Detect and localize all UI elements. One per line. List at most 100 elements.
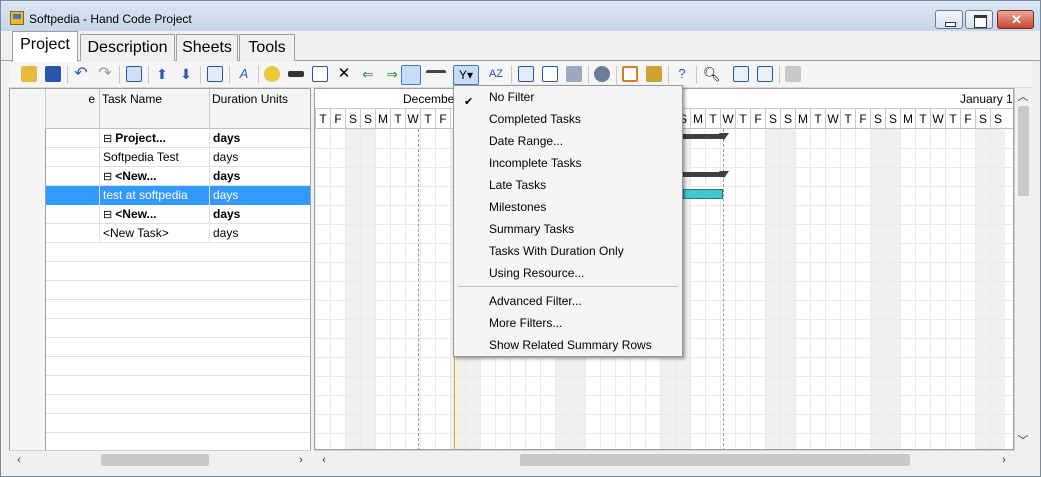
cell-duration-units[interactable]: days	[210, 129, 310, 148]
filter-menu-item[interactable]: Milestones	[456, 196, 682, 218]
cell-duration-units[interactable]: days	[210, 205, 310, 224]
empty-row[interactable]	[10, 376, 310, 395]
cell-duration-units[interactable]: days	[210, 186, 310, 205]
scroll-thumb[interactable]	[520, 454, 910, 466]
close-button[interactable]: ✕	[997, 10, 1034, 29]
zoom-in-icon[interactable]	[733, 66, 749, 82]
print-icon[interactable]	[785, 66, 801, 82]
cell-duration-units[interactable]: days	[210, 224, 310, 243]
open-icon[interactable]	[21, 66, 37, 82]
columns-icon[interactable]	[126, 66, 142, 82]
move-up-icon[interactable]: ⬆	[154, 66, 170, 82]
cell-empty[interactable]	[46, 148, 100, 167]
cell-empty[interactable]	[46, 186, 100, 205]
save-icon[interactable]	[45, 66, 61, 82]
task-bar-test-at-softpedia[interactable]	[683, 189, 723, 199]
filter-menu-item[interactable]: Late Tasks	[456, 174, 682, 196]
grid-horizontal-scrollbar[interactable]: ‹ ›	[9, 450, 311, 468]
tab-tools[interactable]: Tools	[239, 34, 295, 61]
scroll-up-icon[interactable]: ︿	[1015, 89, 1031, 105]
report-icon[interactable]	[542, 66, 558, 82]
zoom-fit-icon[interactable]	[622, 66, 638, 82]
tab-description[interactable]: Description	[80, 34, 175, 61]
table-row[interactable]: 4⊟ <New...days	[10, 205, 310, 224]
calendar-icon[interactable]	[312, 66, 328, 82]
column-header-e[interactable]: e	[46, 89, 100, 129]
filter-menu-item[interactable]: Completed Tasks	[456, 108, 682, 130]
cell-task-name[interactable]: ⊟ Project...	[100, 129, 210, 148]
filter-menu-item[interactable]: More Filters...	[456, 312, 682, 334]
table-row[interactable]: 5<New Task>days	[10, 224, 310, 243]
sort-icon[interactable]: AZ	[485, 66, 507, 82]
minimize-button[interactable]	[935, 10, 963, 29]
gantt-horizontal-scrollbar[interactable]: ‹ ›	[314, 450, 1014, 468]
empty-row[interactable]	[10, 395, 310, 414]
table-row[interactable]: 3test at softpediadays	[10, 186, 310, 205]
empty-row[interactable]	[10, 300, 310, 319]
filter-menu-item[interactable]: Summary Tasks	[456, 218, 682, 240]
scroll-thumb[interactable]	[1018, 106, 1029, 196]
cell-duration-units[interactable]: days	[210, 167, 310, 186]
scroll-right-icon[interactable]: ›	[996, 452, 1012, 468]
filter-menu-item[interactable]: Tasks With Duration Only	[456, 240, 682, 262]
view-icon[interactable]	[518, 66, 534, 82]
maximize-button[interactable]	[965, 10, 993, 29]
empty-row[interactable]	[10, 338, 310, 357]
undo-icon[interactable]: ↶	[73, 66, 89, 82]
split-task-icon[interactable]	[401, 65, 421, 85]
cell-task-name[interactable]: ⊟ <New...	[100, 205, 210, 224]
filter-menu-item[interactable]: Advanced Filter...	[456, 290, 682, 312]
empty-row[interactable]	[10, 414, 310, 433]
scroll-left-icon[interactable]: ‹	[316, 452, 332, 468]
cell-empty[interactable]	[46, 205, 100, 224]
column-header-task-name[interactable]: Task Name	[100, 89, 210, 129]
vertical-scrollbar[interactable]: ︿ ﹀	[1014, 88, 1032, 450]
scroll-left-icon[interactable]: ‹	[11, 452, 27, 468]
tab-sheets[interactable]: Sheets	[176, 34, 238, 61]
zoom-icon[interactable]: 🔍︎	[703, 66, 725, 82]
filter-icon[interactable]: Y▾	[453, 65, 479, 85]
redo-icon[interactable]: ↷	[97, 66, 113, 82]
delete-icon[interactable]: ✕	[336, 66, 352, 82]
help-icon[interactable]: ?	[674, 66, 690, 82]
collapse-icon[interactable]: ⊟	[103, 133, 115, 145]
highlight-icon[interactable]	[646, 66, 662, 82]
empty-row[interactable]	[10, 357, 310, 376]
cell-task-name[interactable]: Softpedia Test	[100, 148, 210, 167]
tab-project[interactable]: Project	[12, 31, 78, 62]
empty-row[interactable]	[10, 262, 310, 281]
scroll-down-icon[interactable]: ﹀	[1015, 433, 1031, 449]
filter-menu-item[interactable]: Incomplete Tasks	[456, 152, 682, 174]
cell-empty[interactable]	[46, 167, 100, 186]
cell-task-name[interactable]: ⊟ <New...	[100, 167, 210, 186]
outdent-icon[interactable]: ⇐	[360, 66, 376, 82]
link-icon[interactable]	[288, 71, 304, 77]
column-header-duration-units[interactable]: Duration Units	[210, 89, 310, 129]
cell-empty[interactable]	[46, 129, 100, 148]
table-row[interactable]: 1Softpedia Testdays	[10, 148, 310, 167]
cell-duration-units[interactable]: days	[210, 148, 310, 167]
filter-menu-item[interactable]: Using Resource...	[456, 262, 682, 284]
scroll-right-icon[interactable]: ›	[293, 452, 309, 468]
empty-row[interactable]	[10, 243, 310, 262]
task-info-icon[interactable]	[207, 66, 223, 82]
font-icon[interactable]: A	[236, 66, 252, 82]
cell-task-name[interactable]: test at softpedia	[100, 186, 210, 205]
scroll-thumb[interactable]	[101, 454, 209, 466]
zoom-out-icon[interactable]	[757, 66, 773, 82]
indent-icon[interactable]: ⇒	[384, 66, 400, 82]
cell-empty[interactable]	[46, 224, 100, 243]
empty-row[interactable]	[10, 319, 310, 338]
move-down-icon[interactable]: ⬇	[178, 66, 194, 82]
baseline-icon[interactable]	[426, 70, 446, 80]
table-row[interactable]: 2⊟ <New...days	[10, 167, 310, 186]
resources-icon[interactable]	[594, 66, 610, 82]
collapse-icon[interactable]: ⊟	[103, 171, 115, 183]
table-row[interactable]: 0⊟ Project...days	[10, 129, 310, 148]
empty-row[interactable]	[10, 281, 310, 300]
filter-menu-item[interactable]: Show Related Summary Rows	[456, 334, 682, 356]
filter-menu-item[interactable]: Date Range...	[456, 130, 682, 152]
network-icon[interactable]	[566, 66, 582, 82]
filter-menu-item[interactable]: ✔ No Filter	[456, 86, 682, 108]
collapse-icon[interactable]: ⊟	[103, 209, 115, 221]
